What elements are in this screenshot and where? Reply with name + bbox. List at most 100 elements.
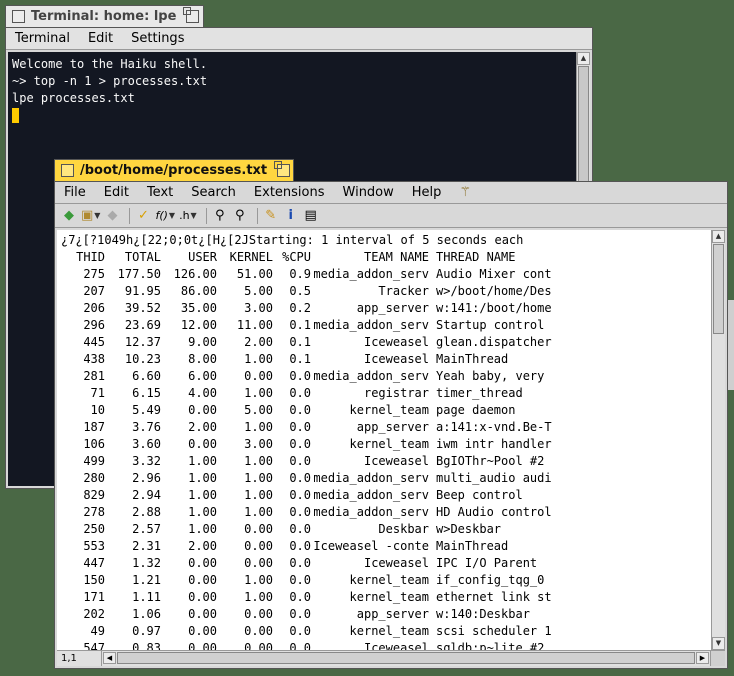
editor-statusbar: 1,1 ◀ ▶ [57, 650, 725, 666]
cell-cpu: 0.2 [289, 301, 311, 315]
find-icon[interactable]: ⚲ [212, 207, 228, 225]
cell-kernel: 3.00 [244, 301, 273, 315]
editor-scrollbar[interactable]: ▲ ▼ [711, 230, 725, 650]
cell-thid: 250 [83, 522, 105, 536]
table-row: 281 6.60 6.00 0.00 0.0 media_addon_serv Yeah b… [61, 368, 556, 385]
menu-search[interactable]: Search [182, 185, 245, 200]
editor-zoom-icon[interactable] [274, 161, 291, 177]
menu-terminal[interactable]: Terminal [6, 31, 79, 46]
cell-thid: 10 [90, 403, 105, 417]
worksheet-icon[interactable]: ▤ [303, 207, 319, 225]
editor-close-icon[interactable] [61, 164, 74, 177]
terminal-window-tab[interactable]: Terminal: home: lpe [5, 5, 204, 27]
table-row: 250 2.57 1.00 0.00 0.0 Deskbar w>Deskbar [61, 521, 556, 538]
column-header-total: TOTAL [124, 250, 161, 264]
scroll-down-icon[interactable]: ▼ [712, 637, 725, 650]
cell-total: 6.60 [132, 369, 161, 383]
table-row: 187 3.76 2.00 1.00 0.0 app_server a:141:x-vnd.… [61, 419, 556, 436]
cell-thid: 281 [83, 369, 105, 383]
cell-user: 1.00 [188, 454, 217, 468]
cell-thread: BgIOThr~Pool #2 [436, 454, 545, 468]
cell-user: 1.00 [188, 522, 217, 536]
menu-window[interactable]: Window [334, 185, 403, 200]
cell-thread: scsi scheduler 1 [436, 624, 552, 638]
cell-cpu: 0.0 [289, 369, 311, 383]
table-row: 171 1.11 0.00 1.00 0.0 kernel_team ethernet li… [61, 589, 556, 606]
cell-team: media_addon_serv [313, 267, 429, 281]
function-icon[interactable]: f() ▼ [155, 207, 175, 225]
cell-kernel: 11.00 [236, 318, 273, 332]
scroll-up-icon[interactable]: ▲ [712, 230, 725, 243]
save-document-icon[interactable]: ◆ [104, 207, 120, 225]
pencil-icon[interactable]: ✎ [263, 207, 279, 225]
cell-cpu: 0.0 [289, 607, 311, 621]
menu-file[interactable]: File [55, 185, 95, 200]
cell-team: Tracker [378, 284, 429, 298]
cell-thread: multi_audio audi [436, 471, 552, 485]
menu-extensions[interactable]: Extensions [245, 185, 334, 200]
terminal-close-icon[interactable] [12, 10, 25, 23]
table-row: 499 3.32 1.00 1.00 0.0 Iceweasel BgIOThr~Pool … [61, 453, 556, 470]
cell-total: 5.49 [132, 403, 161, 417]
cell-cpu: 0.1 [289, 335, 311, 349]
info-icon[interactable]: i [283, 207, 299, 225]
menu-text[interactable]: Text [138, 185, 182, 200]
scroll-up-icon[interactable]: ▲ [577, 52, 590, 65]
cell-user: 0.00 [188, 590, 217, 604]
magic-wand-icon[interactable]: ⚚ [450, 185, 480, 200]
editor-scroll-thumb[interactable] [713, 244, 724, 334]
cell-total: 1.21 [132, 573, 161, 587]
table-header-row: THID TOTAL USER KERNEL %CPU TEAM NAME TH… [61, 249, 556, 266]
terminal-line: lpe processes.txt [12, 91, 135, 105]
cell-kernel: 5.00 [244, 403, 273, 417]
editor-title: /boot/home/processes.txt [80, 163, 268, 178]
menu-edit[interactable]: Edit [79, 31, 122, 46]
horizontal-scrollbar[interactable]: ◀ ▶ [103, 651, 709, 666]
resize-grip-icon[interactable] [710, 651, 725, 666]
table-row: 202 1.06 0.00 0.00 0.0 app_server w:140:Deskba… [61, 606, 556, 623]
terminal-title: Terminal: home: lpe [31, 9, 177, 24]
cell-user: 2.00 [188, 539, 217, 553]
editor-menubar: File Edit Text Search Extensions Window … [55, 182, 727, 204]
table-row: 71 6.15 4.00 1.00 0.0 registrar timer_thread [61, 385, 556, 402]
cell-user: 8.00 [188, 352, 217, 366]
cell-team: kernel_team [349, 624, 429, 638]
terminal-menubar: Terminal Edit Settings [6, 28, 592, 50]
menu-help[interactable]: Help [403, 185, 451, 200]
header-icon[interactable]: .h ▼ [179, 207, 197, 225]
open-document-icon[interactable]: ▣ ▼ [81, 207, 100, 225]
cell-cpu: 0.5 [289, 284, 311, 298]
cell-thread: Startup control [436, 318, 545, 332]
scroll-left-icon[interactable]: ◀ [103, 652, 116, 664]
editor-window-tab[interactable]: /boot/home/processes.txt [54, 159, 294, 181]
horizontal-scroll-thumb[interactable] [117, 652, 695, 664]
cell-cpu: 0.1 [289, 318, 311, 332]
table-row: 10 5.49 0.00 5.00 0.0 kernel_team page daemon [61, 402, 556, 419]
cell-total: 6.15 [132, 386, 161, 400]
scroll-right-icon[interactable]: ▶ [696, 652, 709, 664]
editor-text-area[interactable]: ¿7¿[?1049h¿[22;0;0t¿[H¿[2JStarting: 1 in… [57, 230, 711, 650]
table-row: 438 10.23 8.00 1.00 0.1 Iceweasel MainThread [61, 351, 556, 368]
menu-edit[interactable]: Edit [95, 185, 138, 200]
cell-kernel: 1.00 [244, 505, 273, 519]
find-next-icon[interactable]: ⚲ [232, 207, 248, 225]
cell-kernel: 5.00 [244, 284, 273, 298]
cell-cpu: 0.0 [289, 539, 311, 553]
cell-user: 0.00 [188, 556, 217, 570]
menu-settings[interactable]: Settings [122, 31, 193, 46]
terminal-zoom-icon[interactable] [183, 7, 200, 23]
new-document-icon[interactable]: ◆ [61, 207, 77, 225]
cell-team: media_addon_serv [313, 471, 429, 485]
cell-cpu: 0.0 [289, 437, 311, 451]
cell-thread: ethernet link st [436, 590, 552, 604]
cell-team: media_addon_serv [313, 318, 429, 332]
checkmark-icon[interactable]: ✓ [135, 207, 151, 225]
cell-cpu: 0.0 [289, 573, 311, 587]
cell-user: 0.00 [188, 573, 217, 587]
cell-total: 91.95 [124, 284, 161, 298]
editor-window: File Edit Text Search Extensions Window … [54, 181, 728, 669]
cell-cpu: 0.0 [289, 488, 311, 502]
cell-kernel: 0.00 [244, 522, 273, 536]
cell-cpu: 0.0 [289, 386, 311, 400]
cell-total: 1.06 [132, 607, 161, 621]
